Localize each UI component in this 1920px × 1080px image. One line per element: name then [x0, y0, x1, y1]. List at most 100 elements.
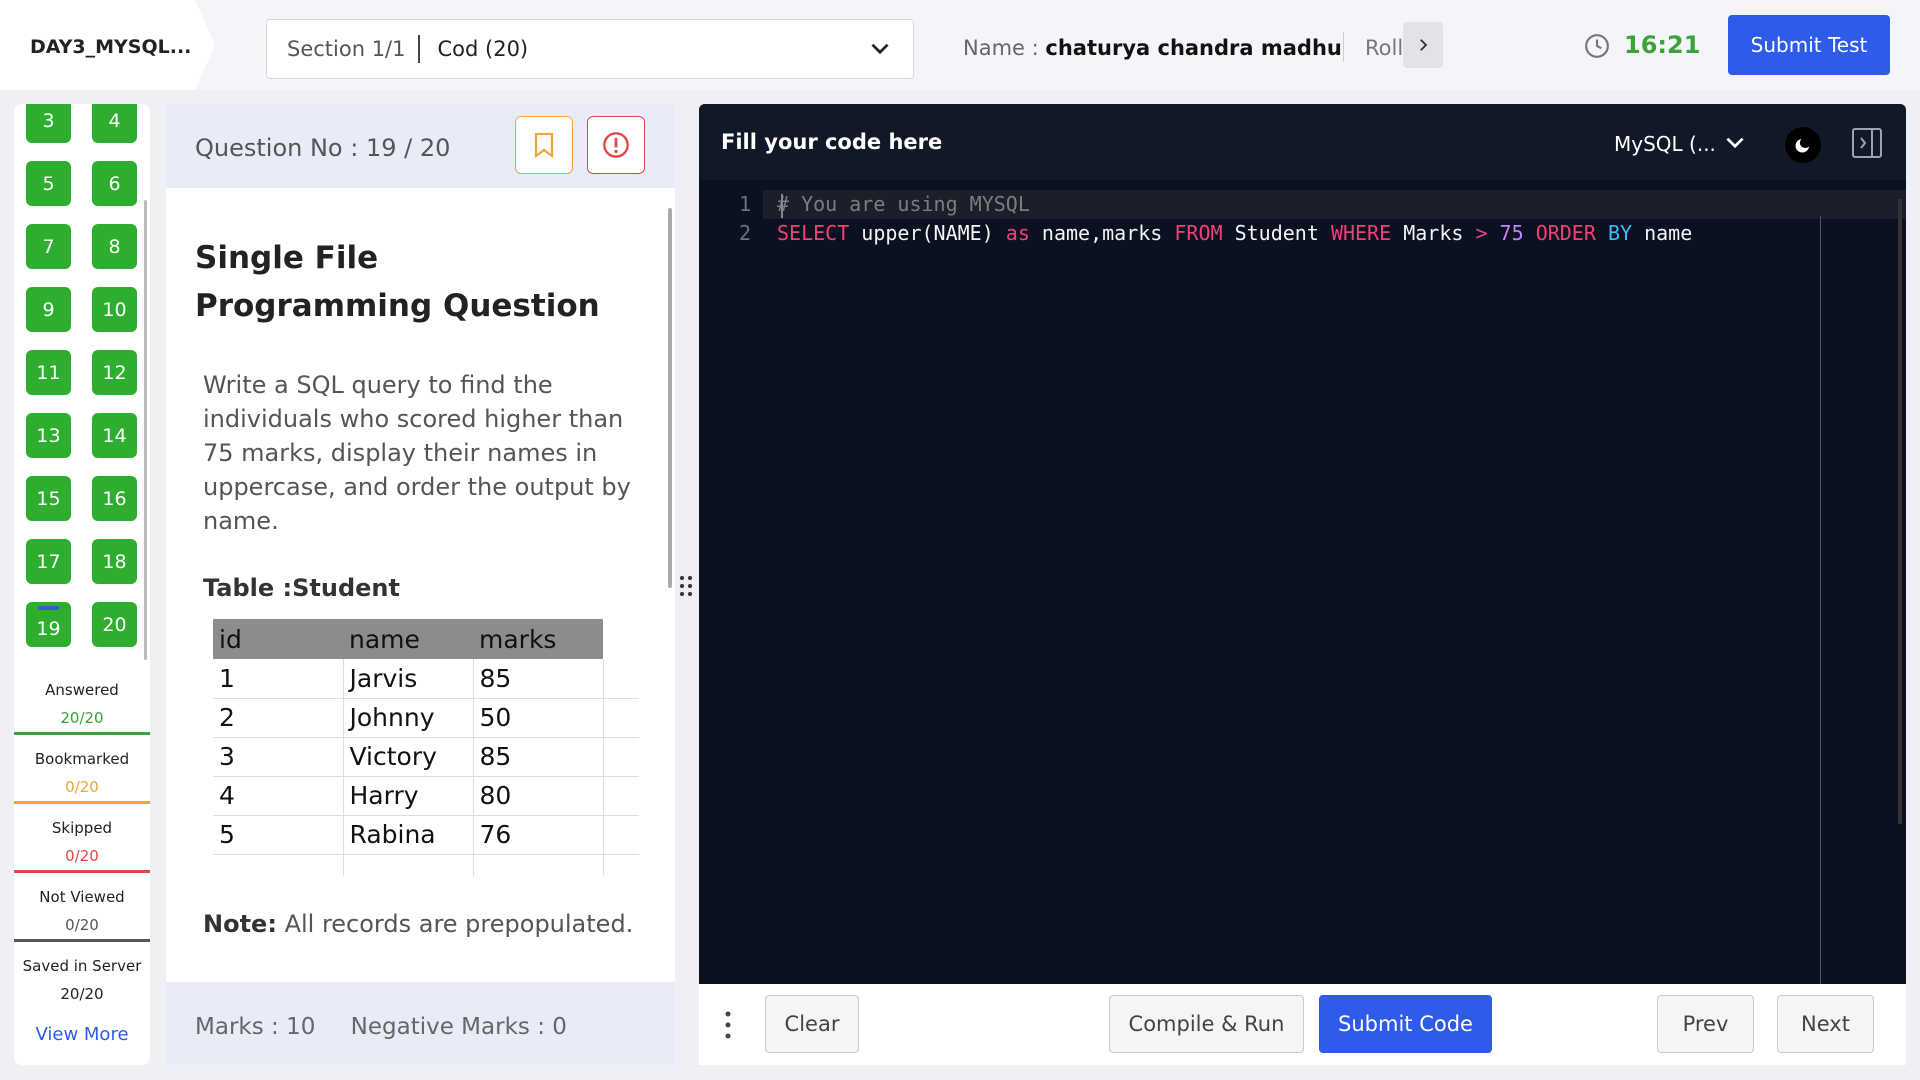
- table-cell-spacer: [603, 815, 639, 855]
- bookmark-icon: [534, 132, 554, 159]
- question-14-button[interactable]: 14: [92, 413, 137, 458]
- question-number-label: 10: [102, 298, 127, 321]
- table-cell: Johnny: [343, 698, 474, 738]
- question-number-label: 11: [36, 361, 61, 384]
- note-text: All records are prepopulated.: [284, 910, 634, 938]
- language-select[interactable]: MySQL (...: [1614, 132, 1716, 156]
- stat-underline: [14, 870, 150, 873]
- report-button[interactable]: [587, 116, 645, 174]
- test-title: DAY3_MYSQL...: [0, 0, 215, 90]
- question-number-label: 9: [42, 298, 55, 321]
- table-cell: 2: [213, 698, 344, 738]
- chevron-right-icon: [1420, 39, 1428, 51]
- table-cell: 4: [213, 776, 344, 816]
- question-panel: Question No : 19 / 20 Single File Progra…: [166, 104, 675, 1065]
- name-label: Name :: [963, 36, 1039, 60]
- question-title: Single File Programming Question: [195, 240, 600, 324]
- question-9-button[interactable]: 9: [26, 287, 71, 332]
- palette-scrollbar[interactable]: [144, 200, 147, 660]
- stat-underline: [14, 732, 150, 735]
- table-cell: [343, 854, 474, 876]
- question-16-button[interactable]: 16: [92, 476, 137, 521]
- question-3-button[interactable]: 3: [26, 104, 71, 143]
- note: Note: All records are prepopulated.: [203, 910, 633, 938]
- table-cell: Rabina: [343, 815, 474, 855]
- question-number-label: 13: [36, 424, 61, 447]
- question-10-button[interactable]: 10: [92, 287, 137, 332]
- question-7-button[interactable]: 7: [26, 224, 71, 269]
- table-row: 5 Rabina 76: [213, 815, 639, 855]
- code-area[interactable]: # You are using MYSQL SELECT upper(NAME)…: [763, 190, 1906, 248]
- chevron-down-icon: [871, 43, 889, 55]
- chevron-down-icon[interactable]: [1722, 130, 1748, 156]
- line-number: 1: [738, 192, 751, 216]
- submit-test-button[interactable]: Submit Test: [1728, 15, 1890, 75]
- code-line[interactable]: # You are using MYSQL: [763, 190, 1906, 219]
- stat-underline: [14, 801, 150, 804]
- stat-value: 0/20: [65, 916, 99, 934]
- question-4-button[interactable]: 4: [92, 104, 137, 143]
- candidate-name: Name : chaturya chandra madhu: [963, 36, 1342, 60]
- stat-value: 20/20: [60, 709, 104, 727]
- section-label: Section 1/1: [287, 37, 406, 61]
- table-cell: 3: [213, 737, 344, 777]
- prev-button[interactable]: Prev: [1657, 995, 1754, 1053]
- question-12-button[interactable]: 12: [92, 350, 137, 395]
- question-scrollbar[interactable]: [668, 208, 672, 588]
- question-number-label: 16: [102, 487, 127, 510]
- compile-run-button[interactable]: Compile & Run: [1109, 995, 1304, 1053]
- question-number-label: 3: [42, 109, 55, 132]
- name-value: chaturya chandra madhu: [1045, 36, 1342, 60]
- submit-code-button[interactable]: Submit Code: [1319, 995, 1492, 1053]
- question-17-button[interactable]: 17: [26, 539, 71, 584]
- theme-toggle-button[interactable]: [1785, 127, 1821, 163]
- code-editor[interactable]: Fill your code here MySQL (... 1 2 # You…: [699, 104, 1906, 984]
- current-question-indicator: [38, 606, 59, 610]
- section-dropdown[interactable]: Section 1/1 Cod (20): [266, 19, 914, 79]
- note-label: Note:: [203, 910, 277, 938]
- stat-label: Skipped: [51, 819, 113, 837]
- table-cell: 5: [213, 815, 344, 855]
- table-cell: [603, 854, 639, 876]
- question-5-button[interactable]: 5: [26, 161, 71, 206]
- timer-value: 16:21: [1624, 31, 1701, 59]
- scroll-right-button[interactable]: [1403, 22, 1443, 68]
- question-13-button[interactable]: 13: [26, 413, 71, 458]
- more-options-icon[interactable]: [725, 1010, 731, 1040]
- question-body: Single File Programming Question Write a…: [166, 188, 675, 986]
- clear-button[interactable]: Clear: [765, 995, 859, 1053]
- line-number: 2: [738, 221, 751, 245]
- next-button[interactable]: Next: [1777, 995, 1874, 1053]
- question-19-button[interactable]: 19: [26, 602, 71, 647]
- stat-bookmarked: Bookmarked 0/20: [14, 738, 150, 804]
- resize-handle-icon[interactable]: [679, 575, 693, 597]
- question-6-button[interactable]: 6: [92, 161, 137, 206]
- stat-label: Saved in Server: [22, 957, 142, 975]
- collapse-panel-icon[interactable]: [1851, 127, 1883, 159]
- question-15-button[interactable]: 15: [26, 476, 71, 521]
- question-20-button[interactable]: 20: [92, 602, 137, 647]
- bookmark-button[interactable]: [515, 116, 573, 174]
- question-text: Write a SQL query to find the individual…: [203, 371, 631, 535]
- question-number: Question No : 19 / 20: [195, 134, 451, 162]
- question-8-button[interactable]: 8: [92, 224, 137, 269]
- table-header: name: [343, 619, 473, 659]
- table-cell: Jarvis: [343, 659, 474, 699]
- view-more-link[interactable]: View More: [14, 1024, 150, 1045]
- student-table: id name marks 1 Jarvis 85 2 Johnny 50 3 Victory…: [213, 619, 639, 876]
- stat-value: 20/20: [60, 985, 104, 1003]
- question-footer: Marks : 10 Negative Marks : 0: [166, 982, 675, 1065]
- question-number-label: 5: [42, 172, 55, 195]
- table-header-row: id name marks: [213, 619, 639, 659]
- roll-label: Roll: [1365, 36, 1404, 60]
- table-cell: [473, 854, 604, 876]
- question-number-label: 7: [42, 235, 55, 258]
- editor-scrollbar[interactable]: [1898, 199, 1902, 824]
- question-11-button[interactable]: 11: [26, 350, 71, 395]
- table-cell: Harry: [343, 776, 474, 816]
- editor-ruler: [1820, 216, 1821, 984]
- question-number-label: 15: [36, 487, 61, 510]
- code-line[interactable]: SELECT upper(NAME) as name,marks FROM St…: [763, 219, 1906, 248]
- question-header: Question No : 19 / 20: [166, 104, 675, 188]
- question-18-button[interactable]: 18: [92, 539, 137, 584]
